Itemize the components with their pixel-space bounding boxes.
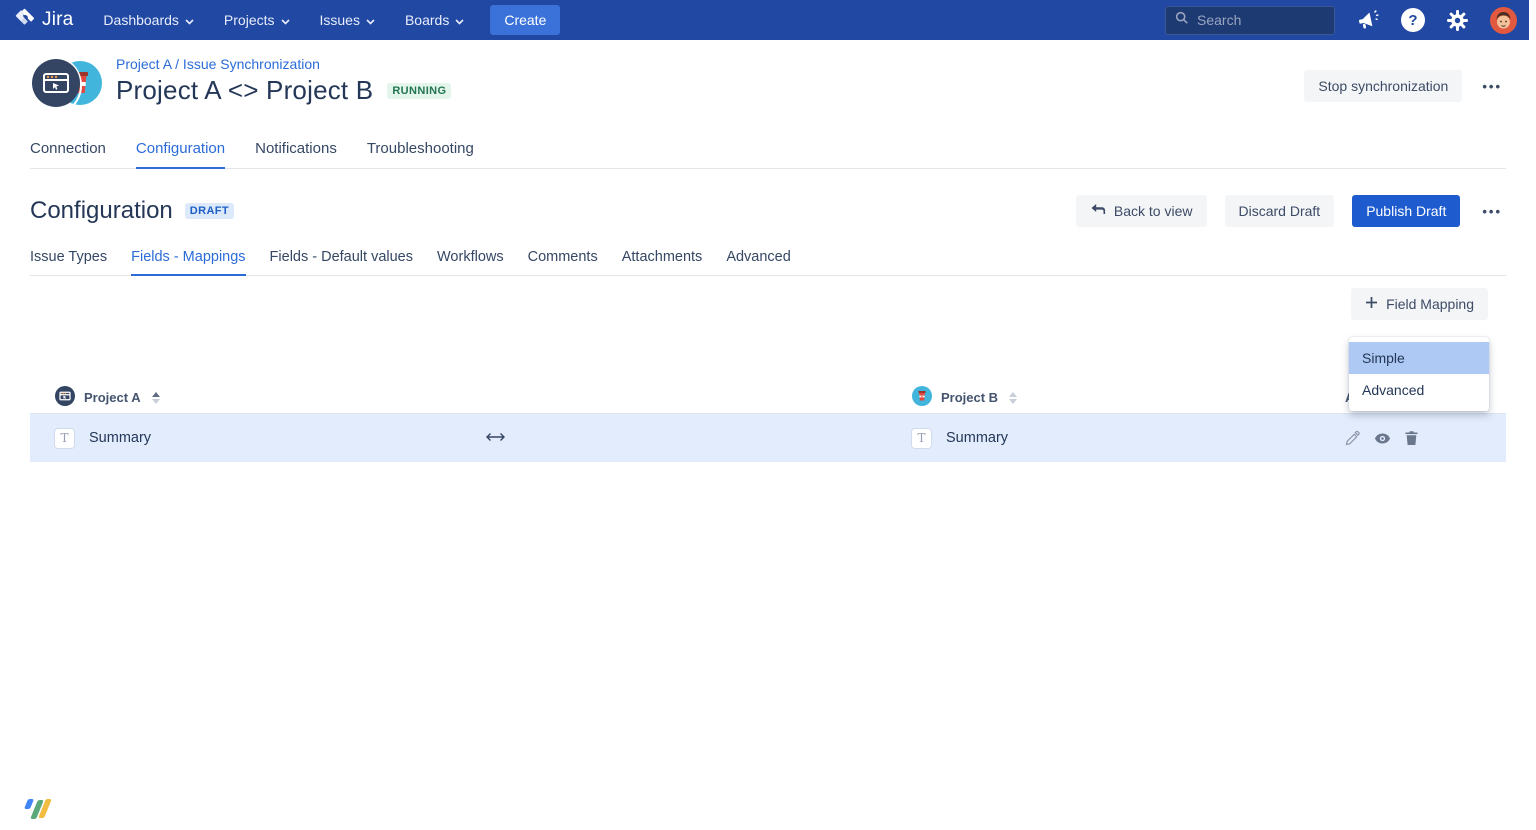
breadcrumb[interactable]: Project A / Issue Synchronization bbox=[116, 56, 451, 72]
header-more-options-icon[interactable]: ••• bbox=[1478, 79, 1506, 94]
configuration-header: Configuration DRAFT Back to view Discard… bbox=[30, 195, 1506, 227]
jira-logo-icon bbox=[14, 7, 35, 33]
plus-icon bbox=[1365, 296, 1378, 312]
search-icon bbox=[1175, 11, 1189, 30]
search-input[interactable] bbox=[1197, 12, 1317, 28]
sort-icon[interactable] bbox=[1009, 392, 1017, 404]
chevron-down-icon bbox=[185, 12, 194, 28]
global-search[interactable] bbox=[1165, 6, 1335, 35]
subtab-advanced[interactable]: Advanced bbox=[726, 249, 791, 276]
mapping-direction-cell bbox=[484, 429, 912, 447]
jira-logo[interactable]: Jira bbox=[14, 7, 73, 33]
nav-item-boards[interactable]: Boards bbox=[405, 12, 464, 28]
column-header-project-a[interactable]: Project A bbox=[30, 386, 484, 409]
configuration-heading: Configuration bbox=[30, 197, 173, 225]
subtab-fields-mappings[interactable]: Fields - Mappings bbox=[131, 249, 245, 276]
configuration-more-options-icon[interactable]: ••• bbox=[1478, 204, 1506, 219]
configuration-subtabs: Issue Types Fields - Mappings Fields - D… bbox=[30, 249, 1506, 276]
delete-trash-icon[interactable] bbox=[1404, 430, 1419, 446]
field-b-label: Summary bbox=[946, 430, 1008, 446]
subtab-attachments[interactable]: Attachments bbox=[622, 249, 703, 276]
field-mapping-row[interactable]: T Summary T Summary bbox=[30, 414, 1506, 462]
chevron-down-icon bbox=[455, 12, 464, 28]
tab-troubleshooting[interactable]: Troubleshooting bbox=[367, 140, 474, 169]
project-a-icon bbox=[55, 386, 75, 409]
add-field-mapping-button[interactable]: Field Mapping bbox=[1351, 288, 1488, 320]
mapped-field-project-a: T Summary bbox=[30, 429, 484, 448]
top-navigation-bar: Jira Dashboards Projects Issues Boards C… bbox=[0, 0, 1529, 40]
back-arrow-icon bbox=[1090, 203, 1106, 219]
running-status-badge: RUNNING bbox=[387, 83, 451, 99]
field-mappings-section: Field Mapping Simple Advanced Proj bbox=[30, 288, 1506, 462]
nav-item-projects[interactable]: Projects bbox=[224, 12, 290, 28]
mapping-table-header: Project A Project B Action bbox=[30, 382, 1506, 414]
edit-pencil-icon[interactable] bbox=[1345, 430, 1361, 446]
stop-synchronization-button[interactable]: Stop synchronization bbox=[1304, 70, 1462, 102]
text-field-icon: T bbox=[55, 429, 74, 448]
chevron-down-icon bbox=[281, 12, 290, 28]
back-to-view-button[interactable]: Back to view bbox=[1076, 195, 1207, 227]
help-icon[interactable]: ? bbox=[1401, 8, 1425, 32]
subtab-issue-types[interactable]: Issue Types bbox=[30, 249, 107, 276]
announcement-megaphone-icon[interactable] bbox=[1356, 8, 1380, 32]
subtab-workflows[interactable]: Workflows bbox=[437, 249, 504, 276]
draft-status-badge: DRAFT bbox=[185, 203, 234, 219]
subtab-fields-default-values[interactable]: Fields - Default values bbox=[270, 249, 413, 276]
create-button[interactable]: Create bbox=[490, 5, 560, 35]
subtab-comments[interactable]: Comments bbox=[528, 249, 598, 276]
tab-connection[interactable]: Connection bbox=[30, 140, 106, 169]
page-title: Project A <> Project B bbox=[116, 75, 373, 106]
view-eye-icon[interactable] bbox=[1374, 430, 1391, 447]
project-a-avatar bbox=[30, 57, 82, 114]
mapped-field-project-b: T Summary bbox=[912, 429, 1345, 448]
sync-header: Project A / Issue Synchronization Projec… bbox=[30, 56, 1506, 108]
main-tabs: Connection Configuration Notifications T… bbox=[30, 140, 1506, 169]
nav-right-cluster: ? bbox=[1165, 6, 1517, 35]
nav-item-dashboards[interactable]: Dashboards bbox=[103, 12, 194, 28]
nav-menu: Dashboards Projects Issues Boards bbox=[103, 12, 464, 28]
text-field-icon: T bbox=[912, 429, 931, 448]
discard-draft-button[interactable]: Discard Draft bbox=[1225, 195, 1335, 227]
tab-configuration[interactable]: Configuration bbox=[136, 140, 225, 169]
nav-item-issues[interactable]: Issues bbox=[320, 12, 375, 28]
field-a-label: Summary bbox=[89, 430, 151, 446]
row-actions bbox=[1345, 430, 1506, 447]
publish-draft-button[interactable]: Publish Draft bbox=[1352, 195, 1460, 227]
sync-projects-avatar bbox=[30, 56, 108, 108]
bidirectional-arrow-icon bbox=[484, 429, 507, 447]
tab-notifications[interactable]: Notifications bbox=[255, 140, 337, 169]
column-header-project-b[interactable]: Project B bbox=[912, 386, 1345, 409]
jira-brand-text: Jira bbox=[42, 9, 73, 31]
dropdown-item-advanced[interactable]: Advanced bbox=[1349, 374, 1489, 406]
user-avatar[interactable] bbox=[1490, 7, 1517, 34]
chevron-down-icon bbox=[366, 12, 375, 28]
getint-logo[interactable] bbox=[25, 799, 51, 820]
sort-ascending-icon[interactable] bbox=[152, 392, 160, 404]
dropdown-item-simple[interactable]: Simple bbox=[1349, 342, 1489, 374]
settings-gear-icon[interactable] bbox=[1446, 9, 1469, 32]
project-b-icon bbox=[912, 386, 932, 409]
field-mapping-type-dropdown: Simple Advanced bbox=[1349, 337, 1489, 411]
